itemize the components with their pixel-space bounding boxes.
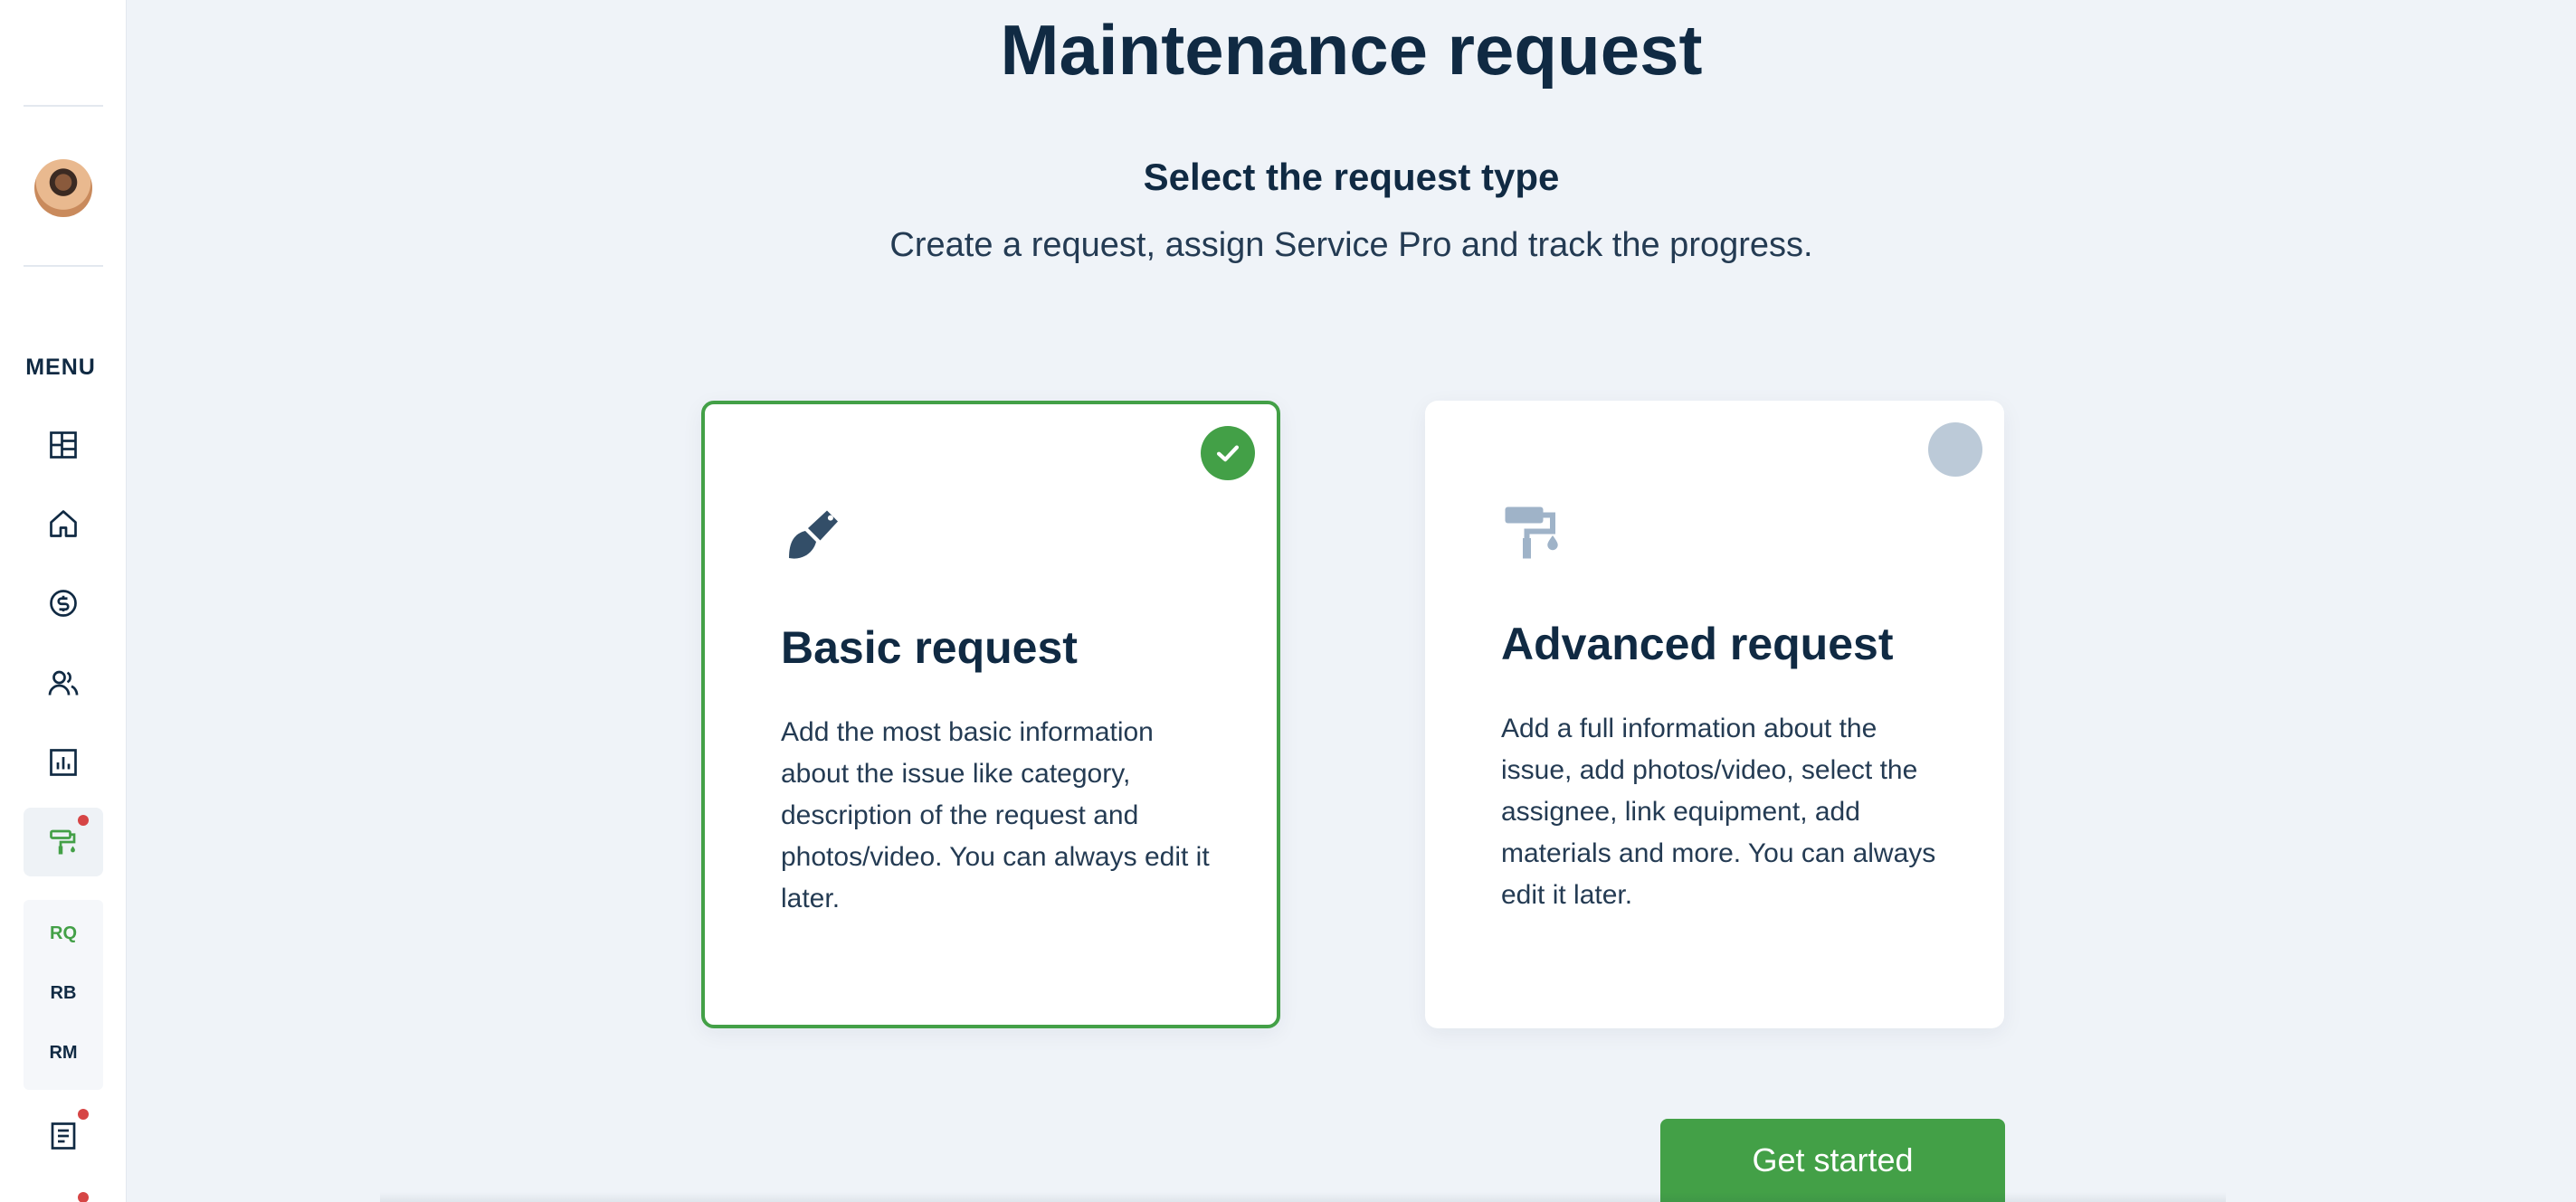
submenu-item-rm[interactable]: RM	[24, 1043, 103, 1064]
paint-roller-icon	[1505, 506, 1558, 559]
notification-dot	[78, 1192, 89, 1202]
section-description: Create a request, assign Service Pro and…	[889, 226, 1813, 264]
sidebar-divider	[24, 105, 103, 107]
advanced-request-description: Add a full information about the issue, …	[1501, 714, 1936, 910]
radio-unselected-icon[interactable]	[1928, 422, 1982, 477]
paint-brush-icon	[789, 510, 838, 559]
dashboard-icon	[50, 431, 77, 459]
sidebar-item-home[interactable]	[24, 489, 103, 558]
sidebar-item-dashboard[interactable]	[24, 411, 103, 479]
sidebar-item-documents[interactable]	[24, 1102, 103, 1170]
sidebar-divider	[24, 265, 103, 267]
section-subtitle: Select the request type	[1143, 156, 1560, 198]
selected-check-icon[interactable]	[1201, 426, 1255, 480]
avatar[interactable]	[34, 159, 92, 217]
submenu-item-rb[interactable]: RB	[24, 983, 103, 1004]
basic-request-card[interactable]: Basic request Add the most basic informa…	[701, 401, 1280, 1028]
advanced-request-title: Advanced request	[1501, 619, 1894, 669]
basic-request-description: Add the most basic information about the…	[781, 717, 1210, 913]
sidebar-item-finance[interactable]	[24, 569, 103, 638]
home-icon	[50, 510, 77, 537]
menu-label: MENU	[25, 355, 96, 380]
chart-icon	[50, 749, 77, 776]
basic-request-title: Basic request	[781, 622, 1078, 673]
footer-shadow	[380, 1192, 2226, 1202]
notification-dot	[78, 815, 89, 826]
get-started-button[interactable]: Get started	[1660, 1119, 2005, 1202]
notification-dot	[78, 1109, 89, 1120]
maintenance-submenu: RQ RB RM	[24, 900, 103, 1090]
sidebar-item-people[interactable]	[24, 648, 103, 717]
document-icon	[51, 1122, 76, 1150]
users-icon	[48, 670, 79, 696]
page-title: Maintenance request	[1000, 10, 1703, 90]
sidebar-item-maintenance[interactable]	[24, 808, 103, 876]
dollar-icon	[50, 590, 77, 617]
paint-roller-icon	[50, 829, 76, 855]
sidebar-item-reports[interactable]	[24, 728, 103, 797]
sidebar: MENU RQ RB RM	[0, 0, 127, 1202]
advanced-request-card[interactable]: Advanced request Add a full information …	[1425, 401, 2004, 1028]
submenu-item-rq[interactable]: RQ	[24, 923, 103, 944]
